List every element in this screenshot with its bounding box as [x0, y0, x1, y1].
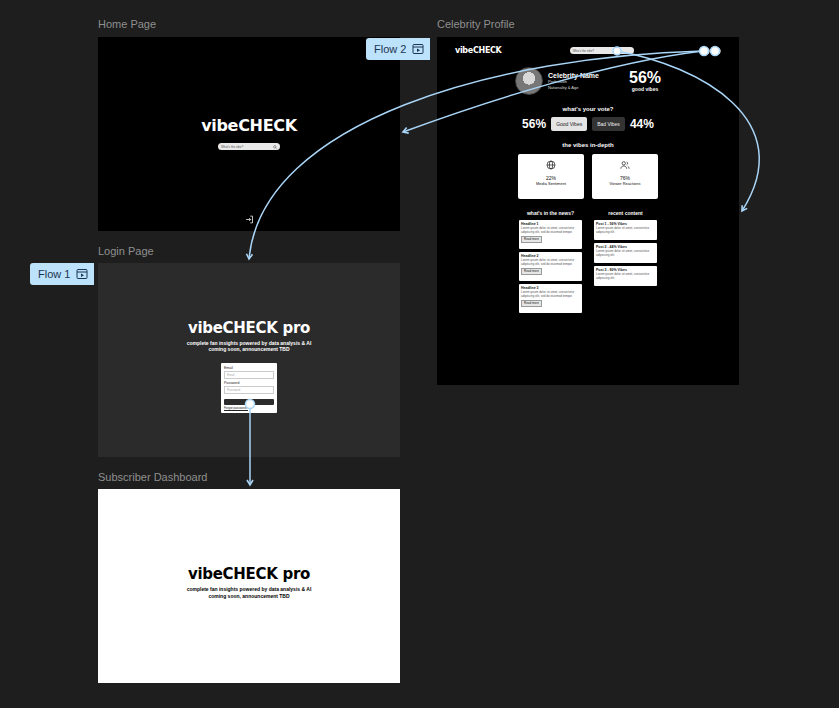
frame-label[interactable]: Login Page	[98, 245, 154, 257]
forgot-password-link[interactable]: Forgot password?	[224, 406, 274, 410]
header: vibeCHECK Who's the vibe?	[437, 46, 739, 55]
field-label: Email	[224, 366, 274, 370]
globe-icon	[546, 160, 556, 170]
flow-badge[interactable]: Flow 1	[30, 263, 94, 285]
frame-play-icon[interactable]	[412, 43, 424, 55]
text-field[interactable]: Password	[224, 386, 274, 394]
text-field[interactable]: Email	[224, 371, 274, 379]
metric-label: Media Sentiment	[536, 181, 566, 186]
vibe-score: 56%	[629, 70, 661, 86]
post-card[interactable]: Post 2 - 44% VibesLorem ipsum dolor sit …	[594, 243, 657, 263]
post-title: Post 3 - 90% Vibes	[596, 268, 655, 272]
post-body: Lorem ipsum dolor sit amet, consectetur …	[596, 250, 655, 258]
login-button[interactable]	[224, 399, 274, 405]
search-field[interactable]: Who's the vibe?	[570, 47, 634, 54]
user-icon[interactable]	[702, 47, 710, 55]
connection-arrow[interactable]	[403, 51, 703, 132]
vote-percent: 56%	[522, 117, 546, 131]
news-card: Headline 2Lorem ipsum dolor sit amet, co…	[519, 252, 582, 281]
frame-play-icon[interactable]	[76, 268, 88, 280]
connection-node[interactable]	[700, 47, 709, 56]
profile-frame[interactable]: vibeCHECK Who's the vibe? Celebrity NamePr…	[437, 37, 739, 385]
news-headline: Headline 3	[521, 286, 580, 290]
login-form: EmailEmail PasswordPassword Forgot passwor…	[221, 363, 277, 414]
home-frame[interactable]: vibeCHECK What's the vibe?	[98, 37, 400, 231]
metric-value: 22%	[546, 175, 556, 181]
connection-arrow[interactable]	[617, 51, 759, 211]
post-card[interactable]: Post 1 - 56% VibesLorem ipsum dolor sit …	[594, 220, 657, 240]
avatar-photo	[515, 67, 543, 95]
tagline: complete fan insights powered by data an…	[187, 340, 312, 347]
post-body: Lorem ipsum dolor sit amet, consectetur …	[596, 273, 655, 281]
post-title: Post 2 - 44% Vibes	[596, 245, 655, 249]
search-icon	[273, 145, 277, 149]
connection-node[interactable]	[711, 47, 720, 56]
metric-card: 76%Viewer Reactions	[592, 154, 658, 199]
vote-title: what's your vote?	[563, 106, 614, 112]
celebrity-detail: Nationality & Age	[548, 85, 624, 90]
frame-label[interactable]: Celebrity Profile	[437, 18, 515, 30]
vote-button[interactable]: Bad Vibes	[592, 117, 625, 131]
content-title: recent content	[594, 210, 657, 216]
prototype-connections	[0, 0, 839, 708]
search-field[interactable]: What's the vibe?	[218, 143, 280, 150]
field-label: Password	[224, 381, 274, 385]
connection-node[interactable]	[613, 47, 621, 55]
read-more-button[interactable]: Read more	[521, 300, 542, 307]
indepth-title: the vibes in-depth	[562, 142, 613, 148]
connection-node[interactable]	[246, 400, 255, 409]
metric-value: 76%	[620, 175, 630, 181]
news-card: Headline 1Lorem ipsum dolor sit amet, co…	[519, 220, 582, 249]
tagline: complete fan insights powered by data an…	[187, 586, 312, 593]
read-more-button[interactable]: Read more	[521, 268, 542, 275]
metric-label: Viewer Reactions	[609, 181, 640, 186]
news-body: Lorem ipsum dolor sit amet, consectetur …	[521, 291, 580, 299]
news-body: Lorem ipsum dolor sit amet, consectetur …	[521, 227, 580, 235]
flow-badge[interactable]: Flow 2	[366, 38, 430, 60]
celebrity-name: Celebrity Name	[548, 72, 624, 79]
users-icon	[620, 160, 630, 170]
frame-label[interactable]: Subscriber Dashboard	[98, 471, 207, 483]
vibe-score-label: good vibes	[632, 86, 658, 92]
post-title: Post 1 - 56% Vibes	[596, 222, 655, 226]
logo: vibeCHECK pro	[188, 565, 310, 583]
vote-button[interactable]: Good Vibes	[551, 117, 587, 131]
news-headline: Headline 1	[521, 222, 580, 226]
vote-row: 56% Good Vibes Bad Vibes 44%	[522, 117, 654, 131]
figma-canvas: Home Page Celebrity Profile Login Page Subs…	[0, 0, 839, 708]
news-headline: Headline 2	[521, 254, 580, 258]
news-card: Headline 3Lorem ipsum dolor sit amet, co…	[519, 284, 582, 313]
vote-percent: 44%	[630, 117, 654, 131]
news-column: what's in the news?Headline 1Lorem ipsum…	[519, 210, 582, 313]
connection-arrow[interactable]	[249, 404, 251, 485]
login-frame[interactable]: vibeCHECK pro complete fan insights power…	[98, 263, 400, 457]
announcement: coming soon, announcement TBD	[208, 593, 289, 600]
connection-arrow[interactable]	[249, 51, 703, 259]
metric-card: 22%Media Sentiment	[518, 154, 584, 199]
news-body: Lorem ipsum dolor sit amet, consectetur …	[521, 259, 580, 267]
logo: vibeCHECK	[201, 116, 297, 135]
read-more-button[interactable]: Read more	[521, 236, 542, 243]
logo: vibeCHECK pro	[188, 319, 310, 337]
content-column: recent contentPost 1 - 56% VibesLorem ip…	[594, 210, 657, 313]
post-body: Lorem ipsum dolor sit amet, consectetur …	[596, 227, 655, 235]
logo[interactable]: vibeCHECK	[455, 46, 502, 55]
dashboard-frame[interactable]: vibeCHECK pro complete fan insights power…	[98, 489, 400, 683]
news-title: what's in the news?	[519, 210, 582, 216]
frame-label[interactable]: Home Page	[98, 18, 156, 30]
login-icon[interactable]	[713, 47, 721, 55]
announcement: coming soon, announcement TBD	[208, 346, 289, 353]
post-card[interactable]: Post 3 - 90% VibesLorem ipsum dolor sit …	[594, 266, 657, 286]
profile-summary: Celebrity NameProfessionNationality & Ag…	[515, 67, 661, 95]
celebrity-detail: Profession	[548, 79, 624, 84]
login-icon[interactable]	[245, 215, 254, 224]
